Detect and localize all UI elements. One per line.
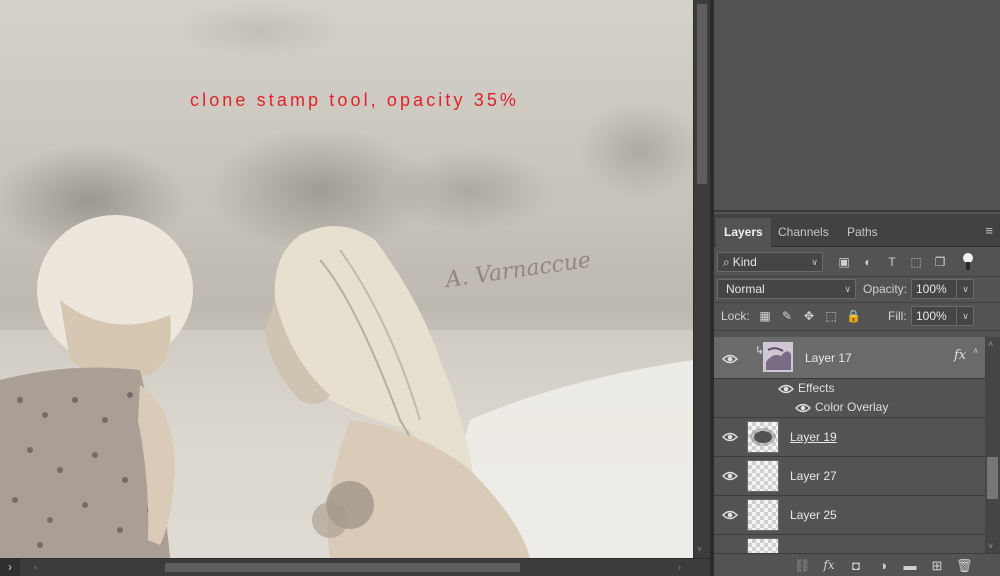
vertical-scroll-thumb[interactable] bbox=[697, 4, 707, 184]
layers-panel-footer: ⛓ fx ◘ ◑ ▬ ⊞ 🗑 bbox=[714, 553, 1000, 576]
layers-panel: Layers Channels Paths ≡ ⌕ Kind ∨ ▣ ◐ T ⬚ … bbox=[714, 214, 1000, 576]
scroll-right-arrow-icon[interactable]: › bbox=[678, 562, 681, 572]
divider bbox=[714, 330, 1000, 331]
adjustment-filter-icon[interactable]: ◐ bbox=[860, 254, 876, 270]
lock-artboard-icon[interactable]: ⬚ bbox=[824, 309, 838, 323]
layer-name[interactable]: Layer 25 bbox=[790, 508, 837, 522]
scroll-down-arrow-icon[interactable]: ˅ bbox=[988, 541, 993, 551]
eye-visibility-icon[interactable] bbox=[778, 383, 794, 395]
filter-kind-select[interactable]: ⌕ Kind ∨ bbox=[717, 252, 823, 272]
chevron-down-icon: ∨ bbox=[811, 257, 818, 267]
layer-thumbnail bbox=[747, 499, 779, 531]
panel-menu-icon[interactable]: ≡ bbox=[985, 224, 993, 237]
search-icon: ⌕ bbox=[723, 255, 730, 269]
layer-row-19[interactable]: Layer 19 bbox=[714, 418, 985, 457]
shape-filter-icon[interactable]: ⬚ bbox=[908, 254, 924, 270]
divider bbox=[714, 302, 1000, 303]
layer-row-17[interactable]: ↳ Layer 17 fx ˄ bbox=[714, 337, 985, 379]
lock-transparent-pixels-icon[interactable]: ▦ bbox=[758, 309, 772, 323]
panel-tab-bar: Layers Channels Paths ≡ bbox=[714, 214, 1000, 247]
tab-channels[interactable]: Channels bbox=[770, 218, 837, 247]
effects-row[interactable]: Effects bbox=[714, 379, 985, 398]
horizontal-scroll-thumb[interactable] bbox=[165, 563, 520, 572]
scroll-down-arrow-icon[interactable]: ˅ bbox=[697, 544, 702, 554]
new-group-icon[interactable]: ▬ bbox=[902, 558, 918, 573]
lock-label: Lock: bbox=[721, 309, 750, 323]
type-filter-icon[interactable]: T bbox=[884, 254, 900, 270]
canvas-horizontal-scrollbar[interactable]: › ‹ › bbox=[0, 558, 710, 576]
layer-name[interactable]: Layer 17 bbox=[805, 351, 852, 365]
blend-mode-select[interactable]: Normal ∨ bbox=[717, 279, 856, 299]
effect-name: Color Overlay bbox=[815, 400, 889, 414]
upper-panel-area bbox=[714, 0, 1000, 212]
chevron-down-icon: ∨ bbox=[844, 284, 851, 294]
scroll-left-arrow-icon[interactable]: ‹ bbox=[34, 562, 37, 572]
filter-toggle-switch[interactable] bbox=[963, 253, 973, 271]
annotation-text: clone stamp tool, opacity 35% bbox=[190, 90, 520, 110]
opacity-slider-dropdown-icon[interactable]: ∨ bbox=[956, 279, 974, 299]
fill-label: Fill: bbox=[888, 309, 907, 323]
layer-list-scrollbar[interactable]: ˄ ˅ bbox=[985, 337, 1000, 553]
layer-list: ↳ Layer 17 fx ˄ Effects Color Overlay La… bbox=[714, 337, 985, 553]
new-layer-icon[interactable]: ⊞ bbox=[929, 558, 945, 573]
eye-visibility-icon[interactable] bbox=[722, 353, 738, 365]
add-mask-icon[interactable]: ◘ bbox=[848, 558, 864, 573]
layer-effects-fx-icon[interactable]: fx bbox=[954, 348, 966, 363]
layer-row-partial[interactable] bbox=[714, 535, 985, 553]
filter-kind-label: Kind bbox=[732, 255, 757, 269]
opacity-label: Opacity: bbox=[863, 282, 908, 296]
lock-image-pixels-icon[interactable]: ✎ bbox=[780, 309, 794, 323]
eye-visibility-icon[interactable] bbox=[722, 509, 738, 521]
tab-paths[interactable]: Paths bbox=[839, 218, 886, 247]
layer-style-icon[interactable]: fx bbox=[821, 558, 837, 573]
image-filter-icon[interactable]: ▣ bbox=[836, 254, 852, 270]
layer-row-25[interactable]: Layer 25 bbox=[714, 496, 985, 535]
layer-name[interactable]: Layer 19 bbox=[790, 430, 837, 444]
tab-layers[interactable]: Layers bbox=[716, 218, 771, 247]
document-canvas[interactable]: A. Varnaccue clone stamp tool, opacity 3… bbox=[0, 0, 693, 558]
eye-visibility-icon[interactable] bbox=[722, 470, 738, 482]
blend-mode-value: Normal bbox=[726, 282, 765, 296]
layer-thumbnail bbox=[747, 421, 779, 453]
photoshop-window: A. Varnaccue clone stamp tool, opacity 3… bbox=[0, 0, 1000, 576]
smart-object-filter-icon[interactable]: ❐ bbox=[932, 254, 948, 270]
fill-slider-dropdown-icon[interactable]: ∨ bbox=[956, 306, 974, 326]
effect-row-color-overlay[interactable]: Color Overlay bbox=[714, 398, 985, 418]
canvas-vertical-scrollbar[interactable]: ˅ bbox=[693, 0, 710, 558]
toggle-track bbox=[966, 262, 970, 270]
layer-thumbnail bbox=[747, 538, 779, 553]
scroll-up-arrow-icon[interactable]: ˄ bbox=[988, 339, 993, 349]
layer-list-scroll-thumb[interactable] bbox=[987, 457, 998, 499]
eye-visibility-icon[interactable] bbox=[722, 431, 738, 443]
delete-layer-icon[interactable]: 🗑 bbox=[956, 558, 973, 573]
layer-thumbnail bbox=[762, 341, 794, 373]
chevron-right-icon[interactable]: › bbox=[0, 559, 20, 576]
lock-position-icon[interactable]: ✥ bbox=[802, 309, 816, 323]
effects-label: Effects bbox=[798, 381, 835, 395]
lock-all-icon[interactable]: 🔒 bbox=[846, 309, 861, 323]
divider bbox=[714, 276, 1000, 277]
layer-thumbnail bbox=[747, 460, 779, 492]
collapse-effects-chevron-icon[interactable]: ˄ bbox=[973, 346, 978, 356]
photo-artwork bbox=[0, 215, 693, 558]
layer-row-27[interactable]: Layer 27 bbox=[714, 457, 985, 496]
new-adjustment-layer-icon[interactable]: ◑ bbox=[875, 558, 891, 573]
layer-name[interactable]: Layer 27 bbox=[790, 469, 837, 483]
link-layers-icon[interactable]: ⛓ bbox=[794, 558, 811, 573]
eye-visibility-icon[interactable] bbox=[795, 402, 811, 414]
